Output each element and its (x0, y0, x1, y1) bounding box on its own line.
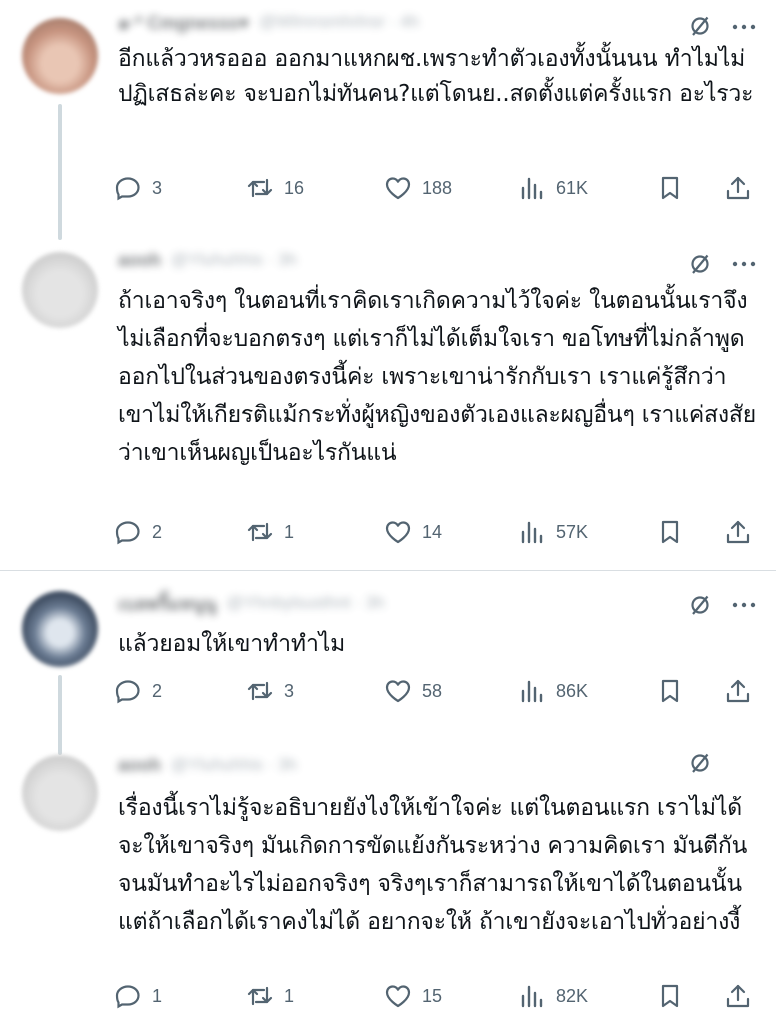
views-icon (521, 985, 543, 1008)
repost-button[interactable]: 16 (246, 168, 304, 208)
reply-icon (115, 177, 140, 201)
avatar[interactable] (22, 18, 98, 94)
views-button[interactable]: 61K (518, 168, 588, 208)
repost-button[interactable]: 1 (246, 976, 294, 1016)
tweet[interactable]: เบลพริ้มหนูนู @Yhnbylsusthnt · 3h แล้วยอ… (0, 571, 776, 731)
reply-button[interactable]: 3 (114, 168, 162, 208)
display-name[interactable]: เบลพริ้มหนูนู (118, 589, 216, 618)
like-button[interactable]: 14 (384, 512, 442, 552)
repost-count: 1 (284, 521, 295, 542)
share-button[interactable] (724, 976, 752, 1016)
tweet-header: ๑·* Cmgnesss♥ @Wlmnsmhrlnsr · 4h (118, 8, 419, 36)
like-icon (385, 985, 411, 1008)
bookmark-button[interactable] (656, 671, 684, 711)
reply-icon (115, 521, 140, 545)
reply-count: 3 (152, 177, 163, 198)
bookmark-icon (661, 679, 679, 703)
display-name[interactable]: aooh (118, 250, 161, 271)
display-name[interactable]: ๑·* Cmgnesss♥ (118, 8, 249, 37)
reply-icon (115, 985, 140, 1009)
like-count: 15 (422, 985, 443, 1006)
handle[interactable]: @Yluhuhhis · 3h (171, 755, 297, 775)
tweet[interactable]: aooh @Yluhuhhis · 3h เรื่องนี้เราไม่รู้จ… (0, 731, 776, 1024)
repost-count: 3 (284, 680, 295, 701)
like-count: 14 (422, 521, 443, 542)
grok-icon[interactable] (688, 14, 712, 38)
tweet-actions: 3 16 188 61K (114, 168, 764, 208)
tweet-text: อีกแล้ววหรอออ ออกมาแหกผช.เพราะทำตัวเองทั… (118, 46, 754, 107)
views-icon (521, 177, 543, 200)
share-icon (726, 520, 750, 544)
share-button[interactable] (724, 512, 752, 552)
tweet-actions: 1 1 15 82K (114, 976, 764, 1016)
tweet[interactable]: aooh @Yluhuhhis · 3h ถ้าเอาจริงๆ ในตอนที… (0, 240, 776, 570)
views-count: 86K (556, 680, 589, 701)
repost-icon (247, 178, 273, 198)
share-button[interactable] (724, 671, 752, 711)
bookmark-icon (661, 520, 679, 544)
like-count: 58 (422, 680, 443, 701)
tweet-actions: 2 3 58 86K (114, 671, 764, 711)
repost-count: 16 (284, 177, 305, 198)
views-count: 61K (556, 177, 589, 198)
views-button[interactable]: 82K (518, 976, 588, 1016)
bookmark-icon (661, 176, 679, 200)
avatar[interactable] (22, 755, 98, 831)
handle[interactable]: @Wlmnsmhrlnsr · 4h (259, 12, 419, 32)
reply-count: 2 (152, 521, 163, 542)
grok-icon[interactable] (688, 252, 712, 276)
more-icon[interactable] (730, 15, 758, 39)
like-count: 188 (422, 177, 453, 198)
tweet[interactable]: ๑·* Cmgnesss♥ @Wlmnsmhrlnsr · 4h อีกแล้ว… (0, 0, 776, 240)
like-icon (385, 177, 411, 200)
tweet-header: aooh @Yluhuhhis · 3h (118, 246, 297, 274)
share-icon (726, 176, 750, 200)
reply-button[interactable]: 2 (114, 671, 162, 711)
bookmark-button[interactable] (656, 512, 684, 552)
grok-icon[interactable] (688, 593, 712, 617)
views-icon (521, 521, 543, 544)
repost-button[interactable]: 1 (246, 512, 294, 552)
reply-count: 2 (152, 680, 163, 701)
like-icon (385, 521, 411, 544)
bookmark-button[interactable] (656, 976, 684, 1016)
more-icon[interactable] (730, 593, 758, 617)
grok-icon[interactable] (688, 751, 712, 775)
views-count: 57K (556, 521, 589, 542)
reply-button[interactable]: 2 (114, 512, 162, 552)
tweet-header: เบลพริ้มหนูนู @Yhnbylsusthnt · 3h (118, 589, 385, 617)
repost-icon (247, 522, 273, 542)
tweet-text: แล้วยอมให้เขาทำทำไม (118, 631, 346, 657)
display-name[interactable]: aooh (118, 755, 161, 776)
like-button[interactable]: 188 (384, 168, 452, 208)
handle[interactable]: @Yluhuhhis · 3h (171, 250, 297, 270)
views-count: 82K (556, 985, 589, 1006)
repost-icon (247, 986, 273, 1006)
handle[interactable]: @Yhnbylsusthnt · 3h (226, 593, 384, 613)
repost-button[interactable]: 3 (246, 671, 294, 711)
reply-icon (115, 680, 140, 704)
reply-count: 1 (152, 985, 163, 1006)
tweet-actions: 2 1 14 57K (114, 512, 764, 552)
views-button[interactable]: 57K (518, 512, 588, 552)
views-button[interactable]: 86K (518, 671, 588, 711)
like-button[interactable]: 15 (384, 976, 442, 1016)
avatar[interactable] (22, 591, 98, 667)
bookmark-icon (661, 984, 679, 1008)
like-icon (385, 680, 411, 703)
repost-icon (247, 681, 273, 701)
share-button[interactable] (724, 168, 752, 208)
reply-button[interactable]: 1 (114, 976, 162, 1016)
share-icon (726, 984, 750, 1008)
repost-count: 1 (284, 985, 295, 1006)
tweet-header: aooh @Yluhuhhis · 3h (118, 751, 297, 779)
more-icon[interactable] (730, 252, 758, 276)
views-icon (521, 680, 543, 703)
share-icon (726, 679, 750, 703)
like-button[interactable]: 58 (384, 671, 442, 711)
bookmark-button[interactable] (656, 168, 684, 208)
tweet-text: ถ้าเอาจริงๆ ในตอนที่เราคิดเราเกิดความไว้… (118, 288, 757, 466)
avatar[interactable] (22, 252, 98, 328)
tweet-text: เรื่องนี้เราไม่รู้จะอธิบายยังไงให้เข้าใจ… (118, 795, 748, 935)
